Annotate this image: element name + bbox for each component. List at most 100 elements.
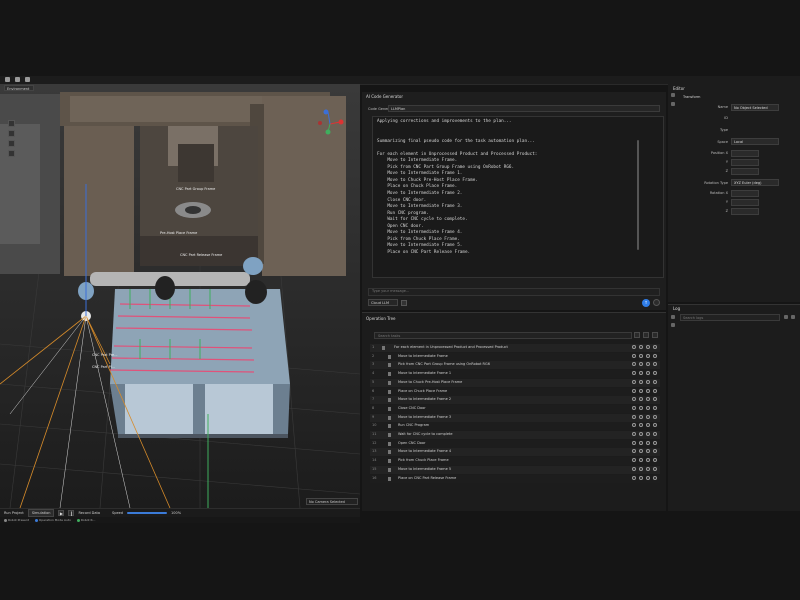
rotation-z-field[interactable] [731,208,759,215]
edit-icon[interactable] [639,449,643,454]
drag-handle-icon[interactable] [388,467,391,472]
name-field[interactable]: No Object Selected [731,104,779,111]
delete-icon[interactable] [653,414,657,419]
add-icon[interactable] [643,332,649,338]
delete-icon[interactable] [653,397,657,402]
position-y-field[interactable] [731,159,759,166]
drag-handle-icon[interactable] [388,433,391,437]
position-z-field[interactable] [731,168,759,175]
info-icon[interactable] [632,397,636,402]
delete-icon[interactable] [653,405,657,410]
copy-icon[interactable] [646,414,650,419]
delete-icon[interactable] [653,371,657,376]
info-icon[interactable] [632,353,636,358]
log-copy-icon[interactable] [784,315,788,319]
delete-icon[interactable] [653,432,657,436]
info-icon[interactable] [632,414,636,419]
edit-icon[interactable] [639,440,643,445]
delete-icon[interactable] [653,353,657,358]
copy-icon[interactable] [646,397,650,402]
drag-handle-icon[interactable] [388,424,391,429]
operation-search-input[interactable]: Search tasks [374,332,632,339]
operation-row[interactable]: 4 Move to Intermediate Frame 1 [370,370,660,379]
prompt-input[interactable]: Type your message... [368,288,660,296]
drag-handle-icon[interactable] [382,346,385,350]
info-icon[interactable] [632,379,636,384]
code-output[interactable]: Applying corrections and improvements to… [372,116,664,278]
filter-icon[interactable] [634,332,640,338]
operation-row[interactable]: 7 Move to Intermediate Frame 2 [370,396,660,405]
operation-row[interactable]: 9 Move to Intermediate Frame 3 [370,413,660,422]
operation-row[interactable]: 14 Pick from Chuck Place Frame [370,457,660,466]
info-icon[interactable] [632,371,636,376]
delete-icon[interactable] [653,379,657,384]
play-icon[interactable]: ▶ [58,510,65,516]
operation-row[interactable]: 2 Move to Intermediate Frame [370,352,660,361]
copy-icon[interactable] [646,475,650,480]
operation-row[interactable]: 8 Close CNC Door [370,404,660,413]
copy-icon[interactable] [646,362,650,367]
pause-icon[interactable]: ‖ [68,510,75,516]
copy-icon[interactable] [646,353,650,358]
home-icon[interactable] [5,77,10,82]
space-select[interactable]: Local [731,138,779,145]
info-icon[interactable] [632,440,636,445]
pin-icon[interactable] [671,93,675,97]
refresh-icon[interactable] [653,299,660,306]
drag-handle-icon[interactable] [388,389,391,394]
drag-handle-icon[interactable] [388,398,391,403]
drag-handle-icon[interactable] [388,476,391,481]
delete-icon[interactable] [653,475,657,480]
edit-icon[interactable] [639,362,643,367]
operation-row[interactable]: 13 Move to Intermediate Frame 4 [370,448,660,457]
operation-row[interactable]: 12 Open CNC Door [370,439,660,448]
folder-icon[interactable] [25,77,30,82]
operation-row[interactable]: 10 Run CNC Program [370,422,660,431]
copy-icon[interactable] [646,371,650,376]
move-tool-icon[interactable] [8,130,15,137]
drag-handle-icon[interactable] [388,459,391,464]
drag-handle-icon[interactable] [388,415,391,420]
edit-icon[interactable] [639,371,643,376]
copy-icon[interactable] [646,458,650,463]
info-icon[interactable] [632,432,636,436]
rotate-tool-icon[interactable] [8,140,15,147]
copy-icon[interactable] [646,405,650,410]
operation-row[interactable]: 3 Pick from CNC Part Group Frame using On… [370,361,660,370]
info-icon[interactable] [632,345,636,349]
operation-row[interactable]: 5 Move to Chuck Pre-Host Place Frame [370,378,660,387]
info-icon[interactable] [632,466,636,471]
edit-icon[interactable] [639,423,643,428]
edit-icon[interactable] [639,388,643,393]
environment-select[interactable]: Environment [4,85,34,91]
copy-icon[interactable] [646,345,650,349]
drag-handle-icon[interactable] [388,406,391,411]
delete-icon[interactable] [653,449,657,454]
delete-icon[interactable] [652,332,658,338]
delete-icon[interactable] [653,466,657,471]
info-icon[interactable] [632,405,636,410]
info-icon[interactable] [632,362,636,367]
edit-icon[interactable] [639,405,643,410]
record-data-label[interactable]: Record Data [78,511,100,515]
3d-viewport[interactable]: CNC Part Group Frame CNC Part Release Fr… [0,84,360,508]
operation-row[interactable]: 6 Place on Chuck Place Frame [370,387,660,396]
delete-icon[interactable] [653,388,657,393]
log-clear-icon[interactable] [671,323,675,327]
copy-icon[interactable] [646,449,650,454]
edit-icon[interactable] [639,397,643,402]
operation-row[interactable]: 15 Move to Intermediate Frame 5 [370,465,660,474]
operation-row[interactable]: 16 Place on CNC Part Release Frame [370,474,660,483]
delete-icon[interactable] [653,458,657,463]
operation-row[interactable]: 1 For each element in Unprocessed Product… [370,344,660,352]
log-filter-icon[interactable] [671,315,675,319]
code-scrollbar[interactable] [637,140,639,250]
delete-icon[interactable] [653,440,657,445]
drag-handle-icon[interactable] [388,372,391,377]
rotation-y-field[interactable] [731,199,759,206]
edit-icon[interactable] [639,475,643,480]
log-export-icon[interactable] [791,315,795,319]
position-x-field[interactable] [731,150,759,157]
delete-icon[interactable] [653,423,657,428]
delete-icon[interactable] [653,345,657,349]
